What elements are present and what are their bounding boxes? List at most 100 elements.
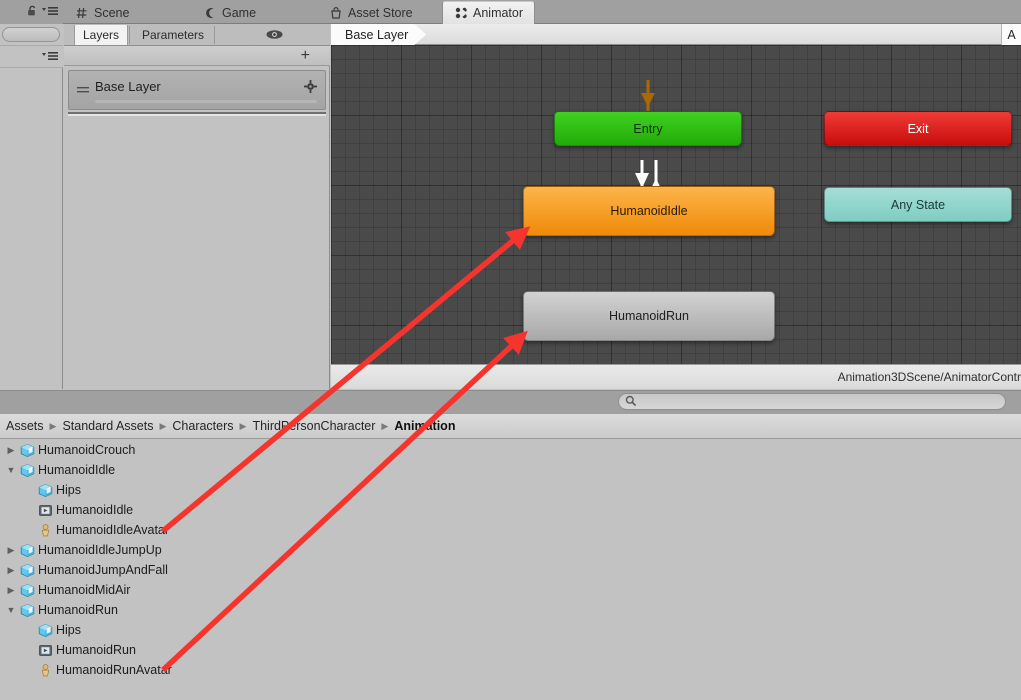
asset-tree-row-label: HumanoidIdleAvatar bbox=[56, 523, 170, 537]
breadcrumb-standard-assets[interactable]: Standard Assets bbox=[62, 419, 153, 433]
graph-breadcrumb-bar: Base Layer A bbox=[331, 24, 1021, 45]
gear-icon[interactable] bbox=[304, 80, 317, 96]
asset-tree-row-label: HumanoidMidAir bbox=[38, 583, 131, 597]
asset-tree-row[interactable]: ▶ HumanoidCrouch bbox=[0, 440, 1021, 460]
hamburger-icon[interactable] bbox=[77, 83, 89, 97]
tab-game-label: Game bbox=[222, 5, 257, 20]
search-icon bbox=[625, 395, 637, 410]
search-wrapper bbox=[618, 393, 1006, 410]
gamepad-icon bbox=[203, 6, 217, 20]
graph-status-label: Animation3DScene/AnimatorContr bbox=[837, 370, 1021, 384]
asset-tree-row[interactable]: ▶HumanoidIdleAvatar bbox=[0, 520, 1021, 540]
tab-layers[interactable]: Layers bbox=[74, 25, 129, 45]
chevron-right-icon[interactable]: ▶ bbox=[4, 565, 18, 576]
tab-asset-store[interactable]: Asset Store bbox=[318, 1, 424, 24]
asset-tree-row[interactable]: ▶HumanoidRunAvatar bbox=[0, 660, 1021, 680]
lock-icon[interactable] bbox=[27, 5, 38, 20]
state-node-entry[interactable]: Entry bbox=[554, 111, 742, 146]
avatar-icon bbox=[36, 523, 54, 538]
shopping-bag-icon bbox=[329, 6, 343, 20]
asset-tree-row-label: HumanoidIdle bbox=[38, 463, 116, 477]
state-node-humanoid-idle-label: HumanoidIdle bbox=[610, 204, 688, 218]
breadcrumb-base-layer-label: Base Layer bbox=[345, 27, 409, 42]
asset-tree-row[interactable]: ▼ HumanoidRun bbox=[0, 600, 1021, 620]
editor-tab-bar: Scene Game Asset Store Animator bbox=[0, 0, 1021, 24]
model-icon bbox=[36, 623, 54, 638]
state-node-humanoid-run-label: HumanoidRun bbox=[609, 309, 689, 323]
project-browser: Assets ▶ Standard Assets ▶ Characters ▶ … bbox=[0, 390, 1021, 700]
inspector-pill[interactable] bbox=[2, 27, 60, 42]
clip-icon bbox=[36, 503, 54, 518]
asset-tree-row-label: Hips bbox=[56, 483, 82, 497]
layers-add-row: + bbox=[64, 46, 330, 66]
chevron-right-icon[interactable]: ▶ bbox=[4, 445, 18, 456]
chevron-down-icon[interactable]: ▼ bbox=[4, 605, 18, 615]
model-icon bbox=[18, 563, 36, 578]
state-node-exit[interactable]: Exit bbox=[824, 111, 1012, 146]
chevron-right-icon: ▶ bbox=[381, 420, 389, 431]
asset-tree-row[interactable]: ▼ HumanoidIdle bbox=[0, 460, 1021, 480]
layers-tab-row: Layers Parameters bbox=[64, 24, 330, 46]
add-layer-button[interactable]: + bbox=[301, 47, 310, 65]
graph-grid-canvas[interactable]: Entry Exit HumanoidIdle Any State Humano… bbox=[331, 45, 1021, 364]
layer-weight-slider[interactable] bbox=[95, 100, 317, 103]
inspector-topbar bbox=[0, 24, 63, 46]
tab-animator[interactable]: Animator bbox=[442, 1, 536, 24]
asset-tree[interactable]: ▶HumanoidCrouch▼HumanoidIdle▶Hips▶Humano… bbox=[0, 440, 1021, 700]
asset-tree-row-label: HumanoidIdleJumpUp bbox=[38, 543, 162, 557]
chevron-right-icon[interactable]: ▶ bbox=[4, 585, 18, 596]
asset-tree-row-label: Hips bbox=[56, 623, 82, 637]
asset-tree-row[interactable]: ▶Hips bbox=[0, 480, 1021, 500]
search-input[interactable] bbox=[618, 393, 1006, 410]
chevron-right-icon[interactable]: ▶ bbox=[4, 545, 18, 556]
asset-tree-row[interactable]: ▶ HumanoidJumpAndFall bbox=[0, 560, 1021, 580]
asset-tree-row[interactable]: ▶ HumanoidMidAir bbox=[0, 580, 1021, 600]
tab-parameters[interactable]: Parameters bbox=[134, 25, 212, 45]
graph-status-bar: Animation3DScene/AnimatorContr bbox=[331, 364, 1021, 389]
breadcrumb-animation[interactable]: Animation bbox=[394, 419, 455, 433]
hash-icon bbox=[75, 6, 89, 20]
state-node-humanoid-idle[interactable]: HumanoidIdle bbox=[523, 186, 775, 236]
asset-tree-row[interactable]: ▶HumanoidIdle bbox=[0, 500, 1021, 520]
state-node-any-state-label: Any State bbox=[890, 197, 946, 212]
breadcrumb-thirdpersoncharacter[interactable]: ThirdPersonCharacter bbox=[252, 419, 375, 433]
model-icon bbox=[18, 443, 36, 458]
model-icon bbox=[18, 583, 36, 598]
model-icon bbox=[18, 603, 36, 618]
eye-icon[interactable] bbox=[265, 27, 283, 42]
asset-tree-row-label: HumanoidRunAvatar bbox=[56, 663, 172, 677]
overflow-menu-icon[interactable] bbox=[42, 5, 58, 19]
layers-panel: Layers Parameters + Base Layer bbox=[64, 24, 330, 389]
tab-layers-label: Layers bbox=[83, 28, 120, 42]
chevron-right-icon: ▶ bbox=[49, 420, 57, 431]
asset-tree-row-label: HumanoidRun bbox=[38, 603, 118, 617]
asset-tree-row[interactable]: ▶Hips bbox=[0, 620, 1021, 640]
breadcrumb-overflow[interactable]: A bbox=[1001, 24, 1021, 45]
chevron-down-icon[interactable]: ▼ bbox=[4, 465, 18, 475]
tab-asset-store-label: Asset Store bbox=[348, 5, 413, 20]
project-breadcrumb: Assets ▶ Standard Assets ▶ Characters ▶ … bbox=[0, 414, 1021, 439]
tab-scene[interactable]: Scene bbox=[64, 1, 140, 24]
asset-tree-row-label: HumanoidIdle bbox=[56, 503, 134, 517]
breadcrumb-base-layer[interactable]: Base Layer bbox=[331, 24, 426, 45]
tab-game[interactable]: Game bbox=[192, 1, 267, 24]
layer-list-item-base-layer[interactable]: Base Layer bbox=[68, 70, 326, 110]
state-node-entry-label: Entry bbox=[633, 121, 663, 136]
model-icon bbox=[18, 463, 36, 478]
state-node-any-state[interactable]: Any State bbox=[824, 187, 1012, 222]
clip-icon bbox=[36, 643, 54, 658]
state-node-humanoid-run[interactable]: HumanoidRun bbox=[523, 291, 775, 341]
asset-tree-row-label: HumanoidRun bbox=[56, 643, 136, 657]
project-toolbar bbox=[0, 391, 1021, 414]
model-icon bbox=[36, 483, 54, 498]
breadcrumb-assets[interactable]: Assets bbox=[6, 419, 44, 433]
asset-tree-row[interactable]: ▶HumanoidRun bbox=[0, 640, 1021, 660]
overflow-menu-icon[interactable] bbox=[42, 50, 58, 64]
chevron-right-icon: ▶ bbox=[159, 420, 167, 431]
breadcrumb-overflow-label: A bbox=[1007, 27, 1016, 42]
avatar-icon bbox=[36, 663, 54, 678]
breadcrumb-characters[interactable]: Characters bbox=[172, 419, 233, 433]
animator-graph-view[interactable]: Base Layer A Entry Exit HumanoidIdle Any… bbox=[331, 24, 1021, 389]
asset-tree-row[interactable]: ▶ HumanoidIdleJumpUp bbox=[0, 540, 1021, 560]
model-icon bbox=[18, 543, 36, 558]
